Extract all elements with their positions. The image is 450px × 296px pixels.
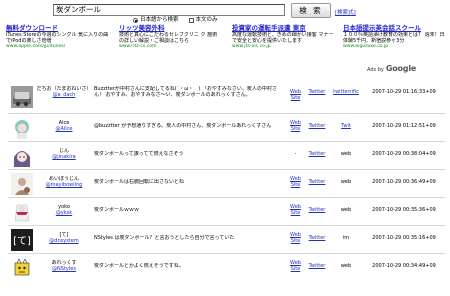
twitter-link[interactable]: Twitter <box>305 235 329 241</box>
twitter-link[interactable]: Twitter <box>305 263 329 269</box>
twitter-link[interactable]: Twitter <box>305 89 329 95</box>
website-link[interactable]: Web Site <box>288 232 303 244</box>
avatar[interactable] <box>11 86 33 108</box>
timestamp: 2007-10-29 00:35:36+09 <box>372 207 436 213</box>
timestamp: 2007-10-29 00:34:49+09 <box>372 263 436 269</box>
timestamp: 2007-10-29 01:16:33+09 <box>372 89 436 95</box>
ad-title[interactable]: 投資家の運転手派遣 東京 <box>232 24 335 32</box>
source-label: web <box>340 151 352 157</box>
timestamp: 2007-10-29 01:12:51+09 <box>372 123 436 129</box>
source-link[interactable]: twitterrific <box>331 89 361 95</box>
twitter-link[interactable]: Twitter <box>305 151 329 157</box>
twitter-link[interactable]: Twitter <box>305 123 329 129</box>
tweet-row: だちお（たまおねいさ） @a_dach Buzztterが中村さんに支配してるね… <box>8 84 445 112</box>
user-cell: あれっくす @NStyles <box>36 260 92 272</box>
source-link[interactable]: Twit <box>331 123 361 129</box>
website-link[interactable]: Web Site <box>288 89 303 101</box>
tweet-text: 炭ダンボールとかよく燃えそうですね。 <box>94 263 184 269</box>
search-button[interactable]: 検 索 <box>291 3 331 18</box>
source-label: web <box>340 263 352 269</box>
tweet-row: yoko @yksk 炭ダンボールｗｗｗ Web Site Twitter we… <box>8 197 445 225</box>
user-cell: yoko @yksk <box>36 204 92 216</box>
user-handle-link[interactable]: @dnsystem <box>36 238 92 244</box>
search-syntax-link[interactable]: [検索式] <box>335 8 356 16</box>
user-handle-link[interactable]: @a_dach <box>36 92 92 98</box>
website-link[interactable]: Web Site <box>288 176 303 188</box>
user-cell: だちお（たまおねいさ） @a_dach <box>36 86 92 98</box>
tweet-row: あれっくす @NStyles 炭ダンボールとかよく燃えそうですね。 Web Si… <box>8 253 445 281</box>
user-cell: めいぼうじん @mayibowling <box>36 176 92 188</box>
ads-by-label: Ads by <box>367 67 384 73</box>
japanese-option-label: 日本語から検索 <box>140 17 179 23</box>
fulltext-checkbox[interactable] <box>188 18 194 23</box>
ad-url[interactable]: www.eigozuke.co.jp <box>343 44 446 50</box>
avatar[interactable] <box>11 117 33 139</box>
ad-title[interactable]: 日本語提示英会話スクール <box>343 24 446 32</box>
user-cell: [て] @dnsystem <box>36 232 92 244</box>
ad-url[interactable]: www.ritz-cs.com <box>119 44 222 50</box>
user-handle-link[interactable]: @jinakira <box>36 154 92 160</box>
ad-block[interactable]: リッツ美容外科 技術と真心にこだわるセレブクリニ ク 施術の詳しい解説・ご相談は… <box>119 24 222 50</box>
website-empty: - <box>294 151 297 157</box>
twitter-link[interactable]: Twitter <box>305 207 329 213</box>
tweet-text: NStyles は炭ダンボール？と言おうとしたら自分で言っていた <box>94 235 235 241</box>
ad-url[interactable]: www.apple.com/jp/itunes/ <box>6 44 109 50</box>
ad-body: 高度な運転技術と、きめの細かい接客 マナーで安全と安心を提供いたします <box>232 32 334 44</box>
user-cell: Alce @Alice <box>36 120 92 132</box>
tweet-text: Buzztterが中村さんに支配してるね(´・ω・｀) 「おやすみなさい、炭人の… <box>94 86 277 98</box>
website-link[interactable]: Web Site <box>288 120 303 132</box>
search-input[interactable]: 炭ダンボール <box>53 4 285 16</box>
user-handle-link[interactable]: @NStyles <box>36 266 92 272</box>
tweet-row: じん @jinakira 炭ダンボールって誰ってて燃えなさそう - Twitte… <box>8 141 445 169</box>
tweet-row: Alce @Alice @buzztter が予想通りすぎる。炭人の中村さん、炭… <box>8 113 445 141</box>
avatar[interactable] <box>11 145 33 167</box>
fulltext-option-label: 本文のみ <box>195 17 218 23</box>
website-link[interactable]: Web Site <box>288 204 303 216</box>
tweet-row: めいぼうじん @mayibowling 炭ダンボールは右腕回転に出さないとね W… <box>8 169 445 197</box>
source-label: web <box>340 179 352 185</box>
avatar[interactable] <box>11 201 33 223</box>
user-handle-link[interactable]: @yksk <box>36 210 92 216</box>
svg-text:[て]: [て] <box>13 236 31 247</box>
ad-block[interactable]: 無料ダウンロード iTunes Storeの今週のシングル 気に入りの曲でiPo… <box>6 24 109 50</box>
ad-title[interactable]: リッツ美容外科 <box>119 24 222 32</box>
tweet-text: 炭ダンボールは右腕回転に出さないとね <box>94 179 185 185</box>
timestamp: 2007-10-29 00:36:49+09 <box>372 179 436 185</box>
ads-by-google[interactable]: Ads by Google <box>367 64 416 73</box>
ad-body: iTunes Storeの今週のシングル 気に入りの曲でiPodの楽しさ倍増 <box>6 32 109 44</box>
avatar[interactable]: [て] <box>11 229 33 251</box>
japanese-radio-button[interactable] <box>133 18 138 23</box>
source-label: im <box>342 235 350 241</box>
avatar[interactable] <box>11 257 33 279</box>
ad-block[interactable]: 日本語提示英会話スクール １００％英語漬け教育の効果とは？ 週末！日体験5千円、… <box>343 24 446 50</box>
ad-url[interactable]: www.jts-inc.co.jp <box>232 44 335 50</box>
avatar[interactable] <box>11 173 33 195</box>
ad-body: 技術と真心にこだわるセレブクリニ ク 施術の詳しい解説・ご相談はこちら <box>119 32 218 44</box>
user-cell: じん @jinakira <box>36 148 92 160</box>
tweet-text: 炭ダンボールｗｗｗ <box>94 207 140 213</box>
google-logo[interactable]: Google <box>386 64 416 73</box>
search-options: 日本語から検索 本文のみ <box>133 17 218 24</box>
tweet-text: @buzztter が予想通りすぎる。炭人の中村さん、炭ダンボールあれっくすさん <box>94 123 272 129</box>
timestamp: 2007-10-29 00:38:04+09 <box>372 151 436 157</box>
tweet-text: 炭ダンボールって誰ってて燃えなさそう <box>94 151 184 157</box>
ad-title[interactable]: 無料ダウンロード <box>6 24 109 32</box>
twitter-link[interactable]: Twitter <box>305 179 329 185</box>
tweet-row: [て] [て] @dnsystem NStyles は炭ダンボール？と言おうとし… <box>8 225 445 253</box>
timestamp: 2007-10-29 00:35:16+09 <box>372 235 436 241</box>
user-handle-link[interactable]: @Alice <box>36 126 92 132</box>
user-handle-link[interactable]: @mayibowling <box>36 182 92 188</box>
source-label: web <box>340 207 352 213</box>
ad-block[interactable]: 投資家の運転手派遣 東京 高度な運転技術と、きめの細かい接客 マナーで安全と安心… <box>232 24 335 50</box>
website-link[interactable]: Web Site <box>288 260 303 272</box>
ad-body: １００％英語漬け教育の効果とは？ 週末！日体験5千円、新宿説参ヶ3分 <box>343 32 445 44</box>
